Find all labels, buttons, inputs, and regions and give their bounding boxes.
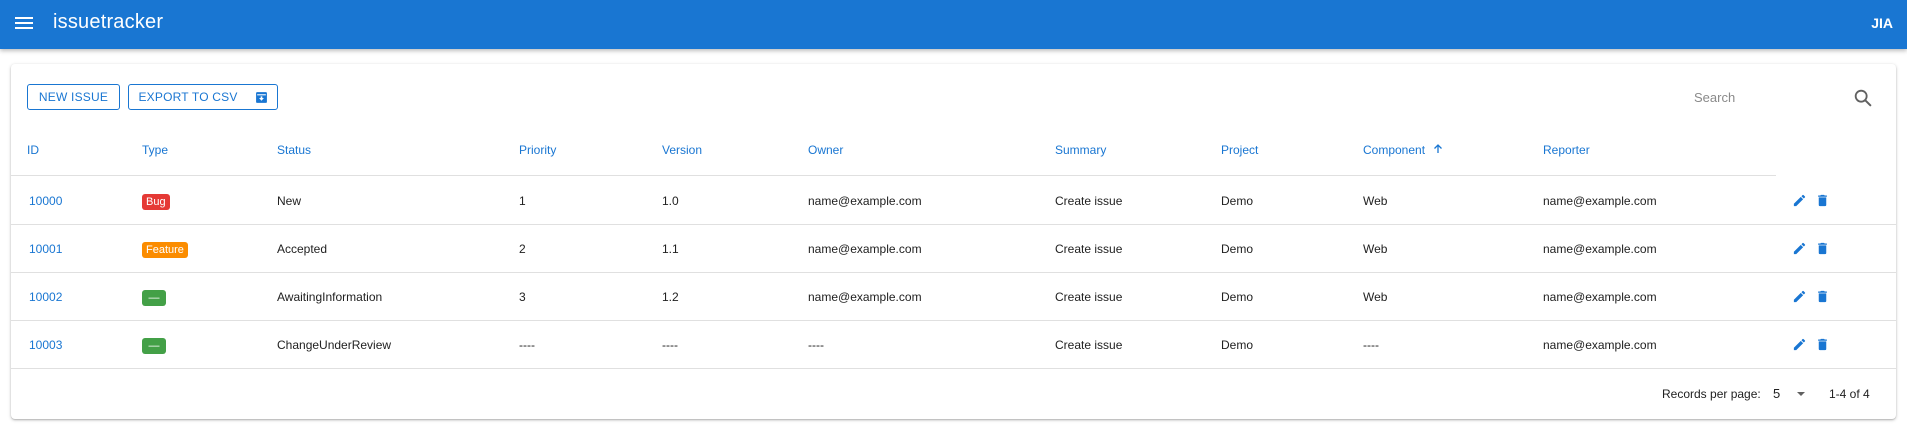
search-box <box>1694 82 1874 112</box>
cell-version: 1.2 <box>662 290 679 304</box>
column-header-component-label: Component <box>1363 143 1426 157</box>
cell-type: — <box>142 273 166 321</box>
cell-status: New <box>277 194 302 208</box>
table-row: 10002 — AwaitingInformation 3 1.2 name@exampl… <box>11 273 1896 321</box>
caret-down-icon <box>1797 392 1805 396</box>
cell-id[interactable]: 10002 <box>29 273 62 321</box>
records-per-page-value: 5 <box>1773 386 1781 401</box>
new-issue-button[interactable]: NEW ISSUE <box>27 84 120 110</box>
cell-status: AwaitingInformation <box>277 290 383 304</box>
table-row: 10003 — ChangeUnderReview ---- ---- ---- Creat… <box>11 321 1896 369</box>
delete-icon[interactable] <box>1815 288 1830 305</box>
column-header-status[interactable]: Status <box>277 124 311 176</box>
column-header-owner[interactable]: Owner <box>808 124 843 176</box>
cell-project: Demo <box>1221 290 1254 304</box>
menu-icon[interactable] <box>14 14 34 34</box>
cell-id[interactable]: 10000 <box>29 177 62 225</box>
cell-id[interactable]: 10001 <box>29 225 62 273</box>
new-issue-label: NEW ISSUE <box>38 90 109 104</box>
cell-reporter: name@example.com <box>1543 338 1657 352</box>
cell-type: — <box>142 321 166 369</box>
delete-icon[interactable] <box>1815 336 1830 353</box>
row-actions <box>1792 192 1830 210</box>
top-app-bar: issuetracker JIA <box>0 0 1907 49</box>
edit-icon[interactable] <box>1792 336 1807 353</box>
row-actions <box>1792 240 1830 258</box>
table-row: 10001 Feature Accepted 2 1.1 name@example.com… <box>11 225 1896 273</box>
type-badge: — <box>142 289 166 306</box>
cell-owner: name@example.com <box>808 242 922 256</box>
cell-type: Feature <box>142 225 188 273</box>
export-csv-button[interactable]: EXPORT TO CSV <box>128 84 278 110</box>
issues-card: NEW ISSUE EXPORT TO CSV ID Type Status P… <box>11 64 1896 419</box>
app-title: issuetracker <box>53 11 164 33</box>
column-header-type[interactable]: Type <box>142 124 168 176</box>
cell-owner: ---- <box>808 338 824 352</box>
column-header-component[interactable]: Component <box>1363 124 1444 176</box>
cell-summary: Create issue <box>1055 338 1123 352</box>
search-icon[interactable] <box>1852 87 1874 109</box>
column-header-project[interactable]: Project <box>1221 124 1258 176</box>
archive-icon <box>255 91 267 103</box>
row-actions <box>1792 288 1830 306</box>
type-badge: Bug <box>142 193 170 210</box>
cell-component: ---- <box>1363 338 1379 352</box>
cell-project: Demo <box>1221 242 1254 256</box>
delete-icon[interactable] <box>1815 240 1830 257</box>
search-input[interactable] <box>1694 86 1844 108</box>
cell-summary: Create issue <box>1055 242 1123 256</box>
edit-icon[interactable] <box>1792 240 1807 257</box>
cell-owner: name@example.com <box>808 194 922 208</box>
cell-version: 1.1 <box>662 242 679 256</box>
cell-component: Web <box>1363 242 1388 256</box>
cell-priority: 1 <box>519 194 526 208</box>
cell-project: Demo <box>1221 338 1254 352</box>
cell-version: ---- <box>662 338 678 352</box>
cell-reporter: name@example.com <box>1543 194 1657 208</box>
pagination-bar: Records per page: 5 1-4 of 4 <box>11 370 1896 418</box>
cell-version: 1.0 <box>662 194 679 208</box>
cell-component: Web <box>1363 194 1388 208</box>
export-csv-label: EXPORT TO CSV <box>138 90 238 104</box>
records-per-page-select[interactable]: 5 <box>1773 384 1815 404</box>
column-header-priority[interactable]: Priority <box>519 124 556 176</box>
cell-project: Demo <box>1221 194 1254 208</box>
pagination-range: 1-4 of 4 <box>1829 387 1870 401</box>
cell-reporter: name@example.com <box>1543 242 1657 256</box>
edit-icon[interactable] <box>1792 192 1807 209</box>
column-header-reporter[interactable]: Reporter <box>1543 124 1590 176</box>
cell-status: ChangeUnderReview <box>277 338 392 352</box>
cell-priority: 3 <box>519 290 526 304</box>
cell-reporter: name@example.com <box>1543 290 1657 304</box>
column-header-version[interactable]: Version <box>662 124 702 176</box>
records-per-page-label: Records per page: <box>1662 387 1761 401</box>
cell-owner: name@example.com <box>808 290 922 304</box>
row-actions <box>1792 336 1830 354</box>
cell-summary: Create issue <box>1055 290 1123 304</box>
cell-type: Bug <box>142 177 170 225</box>
cell-priority: 2 <box>519 242 526 256</box>
delete-icon[interactable] <box>1815 192 1830 209</box>
cell-status: Accepted <box>277 242 328 256</box>
cell-id[interactable]: 10003 <box>29 321 62 369</box>
column-header-summary[interactable]: Summary <box>1055 124 1106 176</box>
edit-icon[interactable] <box>1792 288 1807 305</box>
type-badge: Feature <box>142 241 188 258</box>
type-badge: — <box>142 337 166 354</box>
table-header: ID Type Status Priority Version Owner Su… <box>11 124 1776 176</box>
cell-component: Web <box>1363 290 1388 304</box>
user-initials[interactable]: JIA <box>1871 15 1893 31</box>
column-header-id[interactable]: ID <box>27 124 39 176</box>
sort-ascending-icon <box>1434 144 1443 153</box>
cell-summary: Create issue <box>1055 194 1123 208</box>
table-row: 10000 Bug New 1 1.0 name@example.com Create is… <box>11 177 1896 225</box>
cell-priority: ---- <box>519 338 535 352</box>
